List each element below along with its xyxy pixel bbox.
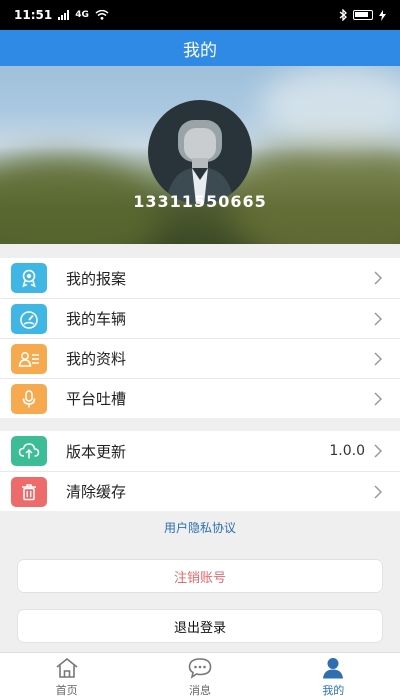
default-avatar-icon xyxy=(166,120,234,204)
chevron-right-icon xyxy=(374,485,383,499)
phone-number: 13311550665 xyxy=(133,192,267,211)
tab-mine[interactable]: 我的 xyxy=(267,653,400,700)
tab-home[interactable]: 首页 xyxy=(0,653,133,700)
trash-icon xyxy=(11,476,47,507)
privacy-policy-link[interactable]: 用户隐私协议 xyxy=(0,519,400,536)
menu-label: 我的报案 xyxy=(66,269,127,288)
chevron-right-icon xyxy=(374,392,383,406)
cancel-account-button[interactable]: 注销账号 xyxy=(17,559,383,593)
menu-item-my-reports[interactable]: 我的报案 xyxy=(0,258,400,298)
chevron-right-icon xyxy=(374,444,383,458)
profile-card-icon xyxy=(11,343,47,374)
user-icon xyxy=(323,657,344,678)
tab-label: 我的 xyxy=(322,683,345,697)
chevron-right-icon xyxy=(374,352,383,366)
menu-item-clear-cache[interactable]: 清除缓存 xyxy=(0,471,400,511)
menu-label: 清除缓存 xyxy=(66,483,127,501)
badge-icon xyxy=(11,263,47,293)
chevron-right-icon xyxy=(374,271,383,285)
bottom-tab-bar: 首页 消息 我的 xyxy=(0,652,400,700)
menu-label: 我的车辆 xyxy=(66,310,127,328)
menu-label: 版本更新 xyxy=(66,442,127,461)
cloud-upload-icon xyxy=(11,436,47,466)
status-time: 11:51 xyxy=(14,8,53,22)
bluetooth-icon xyxy=(339,9,347,21)
tab-label: 首页 xyxy=(55,683,78,697)
menu-group-primary: 我的报案 我的车辆 我的资料 平台吐槽 xyxy=(0,258,400,418)
logout-button[interactable]: 退出登录 xyxy=(17,609,383,643)
wifi-icon xyxy=(95,10,109,20)
chat-icon xyxy=(188,657,212,679)
menu-label: 平台吐槽 xyxy=(66,390,127,408)
version-number: 1.0.0 xyxy=(329,443,365,459)
tab-messages[interactable]: 消息 xyxy=(133,653,266,700)
menu-group-system: 版本更新 1.0.0 清除缓存 xyxy=(0,431,400,511)
tab-label: 消息 xyxy=(188,683,211,697)
menu-item-feedback[interactable]: 平台吐槽 xyxy=(0,378,400,418)
home-icon xyxy=(56,657,78,678)
speedometer-icon xyxy=(11,303,47,334)
charging-icon xyxy=(379,9,386,21)
battery-icon xyxy=(353,10,373,20)
status-bar: 11:51 4G xyxy=(0,0,400,30)
menu-item-my-vehicles[interactable]: 我的车辆 xyxy=(0,298,400,338)
title-bar: 我的 xyxy=(0,30,400,66)
menu-item-my-profile[interactable]: 我的资料 xyxy=(0,338,400,378)
chevron-right-icon xyxy=(374,312,383,326)
microphone-icon xyxy=(11,383,47,414)
signal-icon xyxy=(58,10,70,20)
status-network: 4G xyxy=(75,10,89,20)
page-title: 我的 xyxy=(183,40,217,61)
menu-item-version-update[interactable]: 版本更新 1.0.0 xyxy=(0,431,400,471)
profile-header: 13311550665 xyxy=(0,66,400,244)
menu-label: 我的资料 xyxy=(66,350,127,368)
avatar[interactable] xyxy=(148,100,252,204)
